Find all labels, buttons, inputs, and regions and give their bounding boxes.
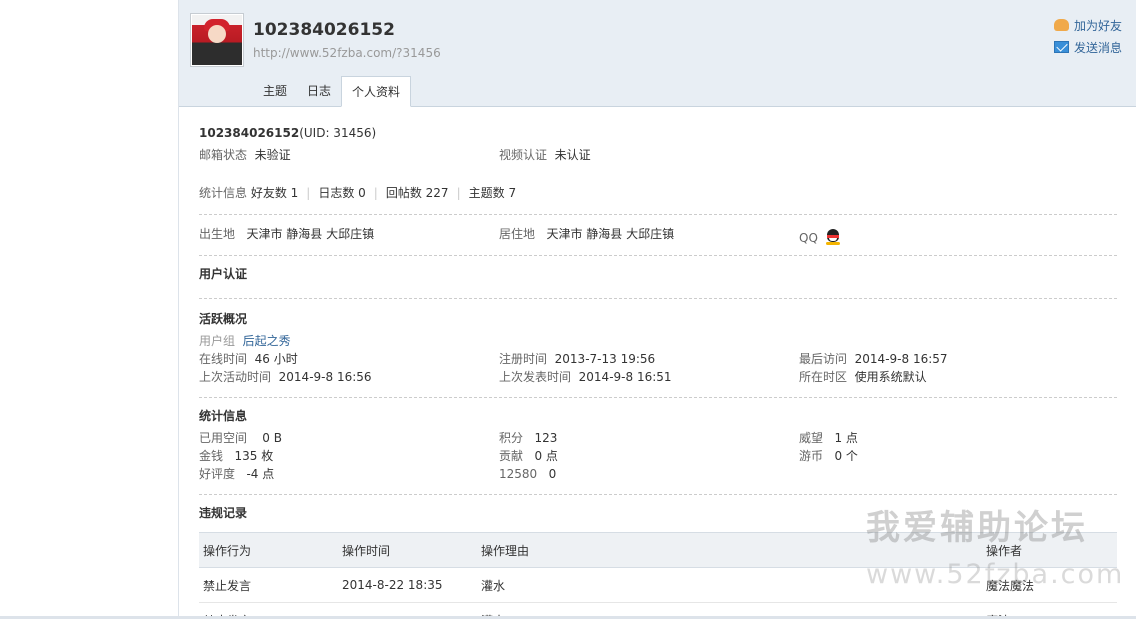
activity-row-1: 在线时间 46 小时 注册时间 2013-7-13 19:56 最后访问 201… xyxy=(199,350,1117,368)
add-friend-label: 加为好友 xyxy=(1073,18,1122,33)
points-value: 123 xyxy=(534,431,558,445)
activity-row-2: 上次活动时间 2014-9-8 16:56 上次发表时间 2014-9-8 16… xyxy=(199,368,1117,386)
col-header-time: 操作时间 xyxy=(338,532,477,568)
email-video-row: 邮箱状态 未验证 视频认证 未认证 xyxy=(199,146,1117,164)
profile-actions: 加为好友 发送消息 xyxy=(1053,14,1122,58)
user-group-link[interactable]: 后起之秀 xyxy=(243,334,291,348)
handshake-icon xyxy=(1053,19,1069,31)
stats-summary-label: 统计信息 xyxy=(199,186,248,200)
extra-stat-value: 0 xyxy=(548,467,557,481)
send-message-button[interactable]: 发送消息 xyxy=(1053,36,1122,58)
tab-threads[interactable]: 主题 xyxy=(253,76,297,106)
timezone-value: 使用系统默认 xyxy=(854,370,927,384)
col-header-action: 操作行为 xyxy=(199,532,338,568)
cell-time: 2014-8-22 18:35 xyxy=(338,567,477,603)
profile-tabs: 主题 日志 个人资料 xyxy=(253,76,412,107)
email-status-value: 未验证 xyxy=(254,148,291,162)
statistics-row-2: 金钱 135 枚 贡献 0 点 游币 0 个 xyxy=(199,447,1117,465)
last-visit-label: 最后访问 xyxy=(799,352,848,366)
cell-operator: 魔法魔法 xyxy=(982,567,1117,603)
prestige-label: 威望 xyxy=(799,431,824,445)
tab-blog[interactable]: 日志 xyxy=(297,76,341,106)
money-label: 金钱 xyxy=(199,449,224,463)
replies-count-link[interactable]: 回帖数 227 xyxy=(386,186,449,200)
last-active-label: 上次活动时间 xyxy=(199,370,272,384)
blogs-count-link[interactable]: 日志数 0 xyxy=(318,186,365,200)
contribution-value: 0 点 xyxy=(534,449,558,463)
rating-label: 好评度 xyxy=(199,467,236,481)
statistics-row-1: 已用空间 0 B 积分 123 威望 1 点 xyxy=(199,429,1117,447)
profile-header: 102384026152 http://www.52fzba.com/?3145… xyxy=(179,0,1136,107)
birthplace-value: 天津市 静海县 大邱庄镇 xyxy=(246,227,375,241)
rating-value: -4 点 xyxy=(246,467,275,481)
profile-username: 102384026152 xyxy=(253,20,395,40)
last-visit-value: 2014-9-8 16:57 xyxy=(854,352,948,366)
friends-count-link[interactable]: 好友数 1 xyxy=(251,186,298,200)
user-auth-title: 用户认证 xyxy=(199,267,248,281)
points-label: 积分 xyxy=(499,431,524,445)
user-group-label: 用户组 xyxy=(199,334,236,348)
col-header-operator: 操作者 xyxy=(982,532,1117,568)
table-row: 禁止发言 2014-8-22 18:35 灌水 魔法魔法 xyxy=(199,567,1117,603)
extra-stat-label: 12580 xyxy=(499,467,538,481)
profile-content: 102384026152(UID: 31456) 邮箱状态 未验证 视频认证 未… xyxy=(199,124,1117,619)
used-space-label: 已用空间 xyxy=(199,431,248,445)
send-message-label: 发送消息 xyxy=(1073,40,1122,55)
qq-label: QQ xyxy=(799,231,818,245)
residence-label: 居住地 xyxy=(499,227,536,241)
profile-main: 102384026152 http://www.52fzba.com/?3145… xyxy=(178,0,1136,619)
qq-penguin-icon[interactable] xyxy=(825,229,840,245)
col-header-reason: 操作理由 xyxy=(477,532,982,568)
residence-value: 天津市 静海县 大邱庄镇 xyxy=(546,227,675,241)
activity-title: 活跃概况 xyxy=(199,312,248,326)
last-active-value: 2014-9-8 16:56 xyxy=(278,370,372,384)
game-coins-value: 0 个 xyxy=(834,449,858,463)
add-friend-button[interactable]: 加为好友 xyxy=(1053,14,1122,36)
tab-profile[interactable]: 个人资料 xyxy=(341,76,412,107)
register-time-value: 2013-7-13 19:56 xyxy=(554,352,656,366)
cell-action: 禁止发言 xyxy=(199,567,338,603)
statistics-title: 统计信息 xyxy=(199,409,248,423)
email-status-label: 邮箱状态 xyxy=(199,148,248,162)
birthplace-label: 出生地 xyxy=(199,227,236,241)
violations-table: 操作行为 操作时间 操作理由 操作者 禁止发言 2014-8-22 18:35 … xyxy=(199,532,1117,619)
online-time-label: 在线时间 xyxy=(199,352,248,366)
last-post-label: 上次发表时间 xyxy=(499,370,572,384)
game-coins-label: 游币 xyxy=(799,449,824,463)
contribution-label: 贡献 xyxy=(499,449,524,463)
cell-reason: 灌水 xyxy=(477,567,982,603)
violations-title: 违规记录 xyxy=(199,506,248,520)
location-row: 出生地 天津市 静海县 大邱庄镇 居住地 天津市 静海县 大邱庄镇 QQ xyxy=(199,225,1117,245)
user-group-row: 用户组 后起之秀 xyxy=(199,332,1117,350)
stats-summary-row: 统计信息 好友数 1 | 日志数 0 | 回帖数 227 | 主题数 7 xyxy=(199,186,517,200)
profile-url[interactable]: http://www.52fzba.com/?31456 xyxy=(253,46,441,60)
uid-row: 102384026152(UID: 31456) xyxy=(199,124,1117,142)
uid-text: (UID: 31456) xyxy=(299,126,377,140)
profile-name-bold: 102384026152 xyxy=(199,126,300,140)
last-post-value: 2014-9-8 16:51 xyxy=(578,370,672,384)
statistics-row-3: 好评度 -4 点 12580 0 xyxy=(199,465,1117,483)
online-time-value: 46 小时 xyxy=(254,352,298,366)
avatar-image xyxy=(192,15,242,65)
used-space-value: 0 B xyxy=(262,431,282,445)
timezone-label: 所在时区 xyxy=(799,370,848,384)
money-value: 135 枚 xyxy=(234,449,274,463)
left-margin xyxy=(0,0,178,619)
video-auth-label: 视频认证 xyxy=(499,148,548,162)
mail-icon xyxy=(1053,41,1069,53)
register-time-label: 注册时间 xyxy=(499,352,548,366)
avatar[interactable] xyxy=(190,13,244,67)
threads-count-link[interactable]: 主题数 7 xyxy=(469,186,516,200)
prestige-value: 1 点 xyxy=(834,431,858,445)
violations-header-row: 操作行为 操作时间 操作理由 操作者 xyxy=(199,532,1117,568)
video-auth-value: 未认证 xyxy=(554,148,591,162)
